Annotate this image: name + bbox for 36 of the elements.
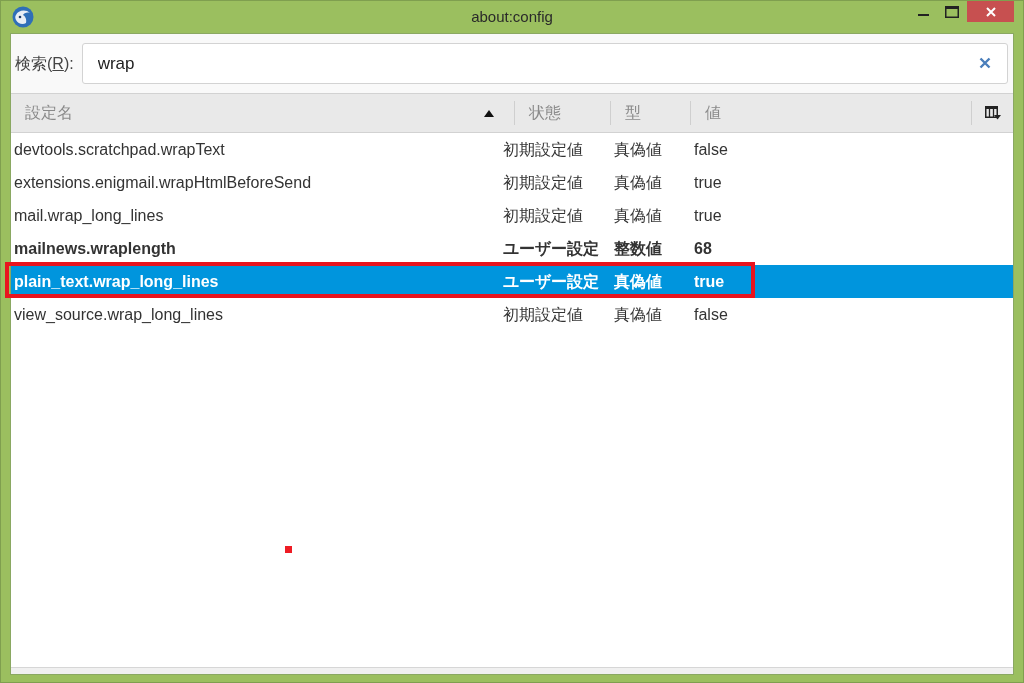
table-cell-text: 真偽値 [614,140,663,159]
table-cell-text: view_source.wrap_long_lines [14,305,224,324]
table-cell-text: 初期設定値 [503,140,584,159]
minimize-icon [917,14,929,16]
table-cell-text: 初期設定値 [503,206,584,225]
search-field[interactable]: wrap [81,43,1008,84]
table-cell-text: 整数値 [614,239,663,258]
search-label: 検索(R): [15,53,74,74]
close-button[interactable] [967,1,1014,22]
column-picker-button[interactable] [984,106,1001,120]
table-cell-text: false [694,305,729,324]
table-cell-text: mail.wrap_long_lines [14,206,165,225]
table-cell-text: 真偽値 [614,173,663,192]
table-cell-text: ユーザー設定 [503,239,600,258]
table-cell-text: true [694,272,726,291]
table-cell-text: plain_text.wrap_long_lines [14,272,220,291]
table-cell-text: 真偽値 [614,272,663,291]
window-title: about:config [471,6,553,27]
table-cell-text: 初期設定値 [503,173,584,192]
app-logo-icon [12,6,34,28]
clear-search-button[interactable] [978,56,992,70]
clear-icon [979,57,991,69]
table-cell-text: 初期設定値 [503,305,584,324]
column-picker-icon [984,106,1001,120]
table-cell-text: ユーザー設定 [503,272,600,291]
table-cell-text: extensions.enigmail.wrapHtmlBeforeSend [14,173,313,192]
table-cell-text: false [694,140,729,159]
table-cell-text: devtools.scratchpad.wrapText [14,140,226,159]
maximize-icon [945,5,959,18]
table-cell-text: 68 [694,239,713,258]
table-cell-text: 真偽値 [614,305,663,324]
table-cell-text: true [694,173,723,192]
table-cell-text: 真偽値 [614,206,663,225]
table-cell-text: mailnews.wraplength [14,239,177,258]
close-icon [985,6,996,17]
table-cell-text: true [694,206,723,225]
